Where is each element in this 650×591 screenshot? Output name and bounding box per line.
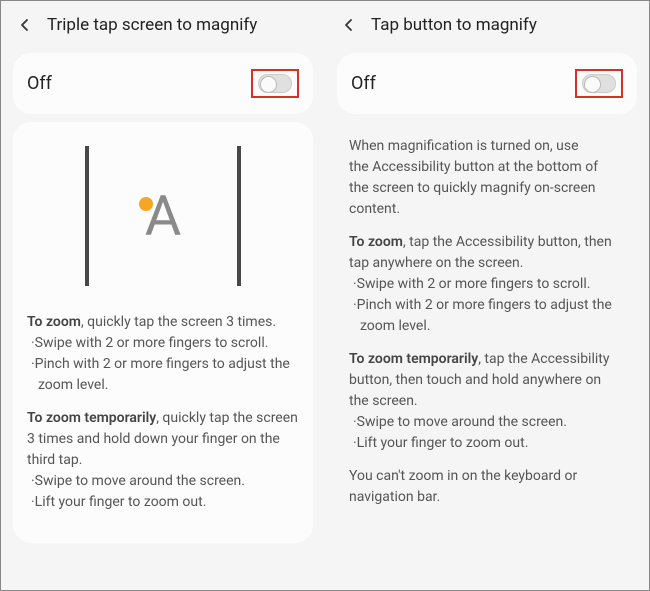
temp-text: , quickly tap the screen [156,410,298,426]
zoom-bullet-2b: zoom level. [349,318,430,334]
master-toggle-row[interactable]: Off [337,53,637,114]
zoom-bullet-1: ·Swipe with 2 or more fingers to scroll. [349,276,590,292]
zoom-bullet-2: ·Pinch with 2 or more fingers to adjust … [349,297,612,313]
header: Tap button to magnify [325,1,649,45]
zoom-bullet-2: ·Pinch with 2 or more fingers to adjust … [27,356,290,372]
temp-bullet-2: ·Lift your finger to zoom out. [27,494,206,510]
zoom-bullet-1: ·Swipe with 2 or more fingers to scroll. [27,335,268,351]
zoom-text: , quickly tap the screen 3 times. [81,314,276,330]
instructions: When magnification is turned on, use the… [325,122,649,534]
zoom-paragraph: To zoom, tap the Accessibility button, t… [349,232,625,337]
content-card: A To zoom, quickly tap the screen 3 time… [13,122,313,543]
temp-l2: 3 times and hold down your finger on the [27,431,280,447]
intro-paragraph: When magnification is turned on, use the… [349,136,625,220]
illustration-dot-icon [139,197,153,211]
temp-bold: To zoom temporarily [27,410,156,426]
zoom-text: , tap the Accessibility button, then [403,234,612,250]
illustration-letter-a: A [145,183,182,249]
master-toggle-row[interactable]: Off [13,53,313,114]
temp-bullet-1: ·Swipe to move around the screen. [27,473,245,489]
toggle-switch[interactable] [582,74,616,93]
temp-paragraph: To zoom temporarily, quickly tap the scr… [27,408,299,513]
intro-l1: When magnification is turned on, use [349,138,579,154]
back-icon[interactable] [15,15,35,35]
intro-l2: the Accessibility button at the bottom o… [349,159,598,175]
toggle-highlight [251,69,299,98]
note-l2: navigation bar. [349,489,440,505]
temp-l2: button, then touch and hold anywhere on [349,372,601,388]
panel-triple-tap: Triple tap screen to magnify Off A To zo… [1,1,325,590]
temp-bold: To zoom temporarily [349,351,478,367]
temp-l3: third tap. [27,452,82,468]
temp-bullet-1: ·Swipe to move around the screen. [349,414,567,430]
note-l1: You can't zoom in on the keyboard or [349,468,577,484]
note-paragraph: You can't zoom in on the keyboard or nav… [349,466,625,508]
toggle-switch[interactable] [258,74,292,93]
instructions: To zoom, quickly tap the screen 3 times.… [27,312,299,513]
back-icon[interactable] [339,15,359,35]
zoom-bold: To zoom [27,314,81,330]
page-title: Triple tap screen to magnify [47,15,257,35]
panel-tap-button: Tap button to magnify Off When magnifica… [325,1,649,590]
zoom-bold: To zoom [349,234,403,250]
illustration-bar-left [85,146,89,286]
zoom-l2: tap anywhere on the screen. [349,255,523,271]
intro-l3: the screen to quickly magnify on-screen [349,180,596,196]
temp-text: , tap the Accessibility [478,351,609,367]
zoom-bullet-2b: zoom level. [27,377,108,393]
page-title: Tap button to magnify [371,15,537,35]
toggle-highlight [575,69,623,98]
temp-bullet-2: ·Lift your finger to zoom out. [349,435,528,451]
toggle-label: Off [27,73,52,94]
zoom-paragraph: To zoom, quickly tap the screen 3 times.… [27,312,299,396]
header: Triple tap screen to magnify [1,1,325,45]
magnify-illustration: A [27,136,299,296]
intro-l4: content. [349,201,400,217]
temp-paragraph: To zoom temporarily, tap the Accessibili… [349,349,625,454]
temp-l3: the screen. [349,393,418,409]
illustration-bar-right [237,146,241,286]
toggle-label: Off [351,73,376,94]
